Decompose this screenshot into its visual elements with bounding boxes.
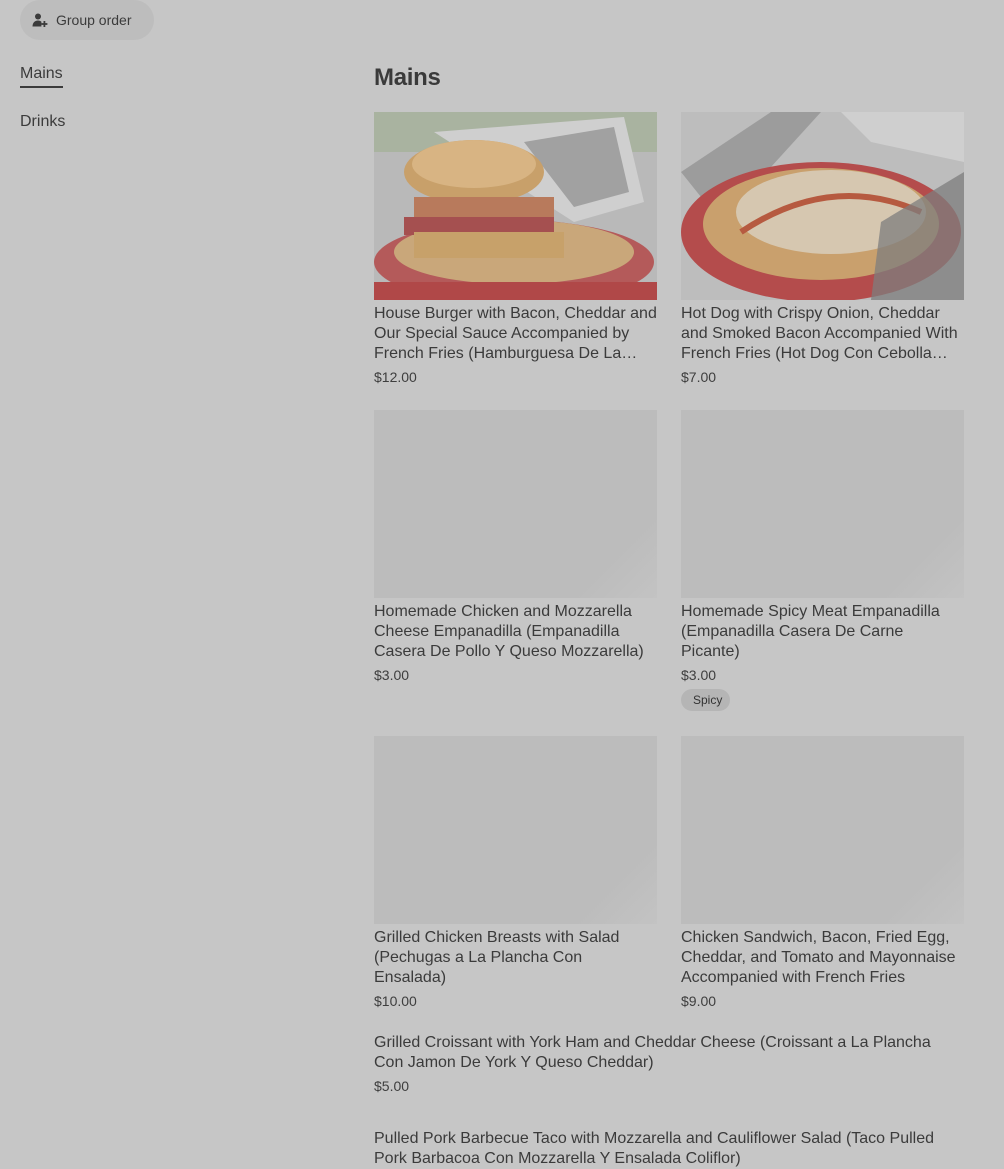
image-placeholder [374,736,657,924]
item-name: Hot Dog with Crispy Onion, Cheddar and S… [681,305,958,362]
item-name: Grilled Chicken Breasts with Salad (Pech… [374,929,620,986]
item-name: Chicken Sandwich, Bacon, Fried Egg, Ched… [681,929,956,986]
menu-item-card[interactable]: Homemade Chicken and Mozzarella Cheese E… [374,410,657,685]
sidebar-item-mains[interactable]: Mains [20,62,63,88]
burger-photo [374,112,657,300]
group-order-button[interactable]: Group order [20,0,154,40]
menu-item-card[interactable]: Chicken Sandwich, Bacon, Fried Egg, Ched… [681,736,964,1011]
sidebar-item-drinks[interactable]: Drinks [20,110,65,134]
group-order-label: Group order [56,12,132,28]
section-title: Mains [374,64,441,91]
menu-item-card[interactable]: House Burger with Bacon, Cheddar and Our… [374,112,657,387]
item-price: $5.00 [374,1078,410,1094]
item-price: $10.00 [374,993,417,1009]
menu-item-card[interactable]: Homemade Spicy Meat Empanadilla (Empanad… [681,410,964,711]
menu-item-card[interactable]: Grilled Chicken Breasts with Salad (Pech… [374,736,657,1011]
item-name: House Burger with Bacon, Cheddar and Our… [374,305,657,362]
image-placeholder [374,410,657,598]
hot-dog-photo [681,112,964,300]
image-placeholder [681,736,964,924]
item-price: $9.00 [681,993,717,1009]
person-add-icon [32,12,48,28]
item-price: $7.00 [681,369,717,385]
item-price: $3.00 [681,667,717,683]
item-price: $12.00 [374,369,417,385]
menu-item-card[interactable]: Hot Dog with Crispy Onion, Cheddar and S… [681,112,964,387]
item-name: Homemade Spicy Meat Empanadilla (Empanad… [681,603,940,660]
image-placeholder [681,410,964,598]
menu-list-item[interactable]: Pulled Pork Barbecue Taco with Mozzarell… [374,1125,964,1169]
item-name: Pulled Pork Barbecue Taco with Mozzarell… [374,1130,934,1167]
menu-list-item[interactable]: Grilled Croissant with York Ham and Ched… [374,1029,964,1096]
item-name: Grilled Croissant with York Ham and Ched… [374,1034,931,1071]
item-name: Homemade Chicken and Mozzarella Cheese E… [374,603,644,660]
category-sidebar: Mains Drinks [20,62,65,156]
spicy-badge: Spicy [681,689,731,711]
item-price: $3.00 [374,667,410,683]
